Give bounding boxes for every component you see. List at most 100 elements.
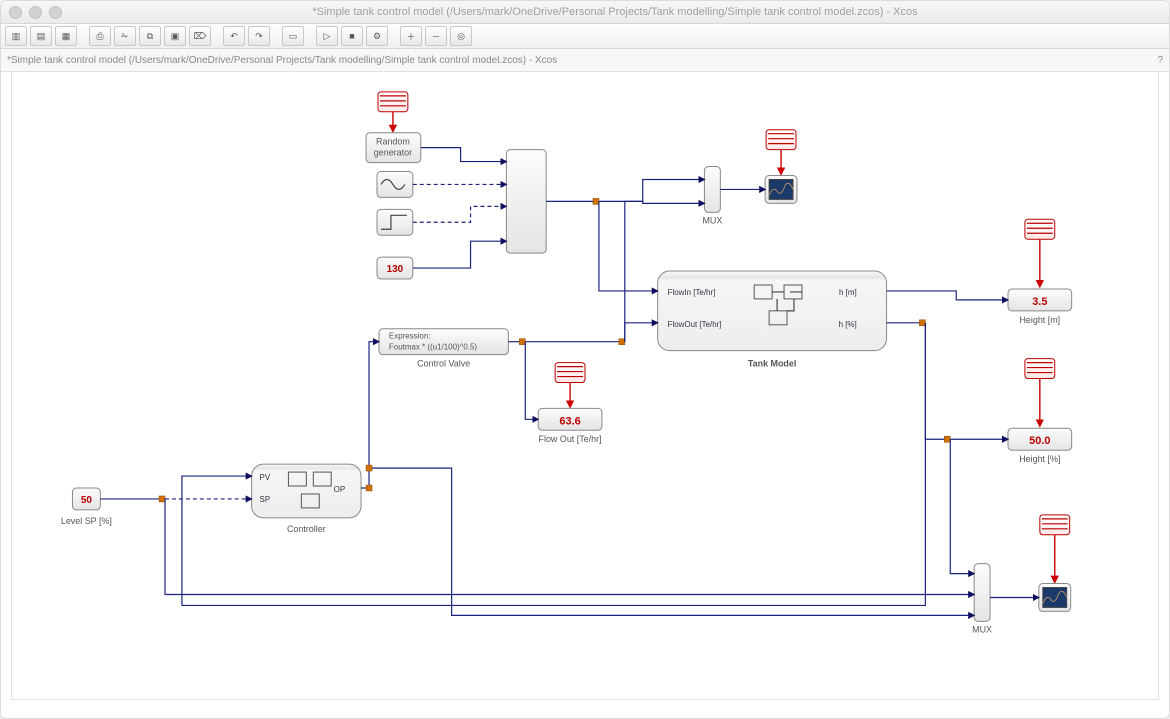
block-selector[interactable] xyxy=(506,150,546,254)
clock-scope-top[interactable] xyxy=(766,130,796,175)
breadcrumb: *Simple tank control model (/Users/mark/… xyxy=(7,55,557,66)
zoom-out-icon: － xyxy=(431,30,440,43)
block-mux-bottom[interactable]: MUX xyxy=(972,564,992,635)
tb-zoomfit-button[interactable]: ◎ xyxy=(450,26,472,46)
play-icon: ▷ xyxy=(324,31,331,42)
wire-hm[interactable] xyxy=(887,291,1008,300)
tb-undo-button[interactable]: ↶ xyxy=(223,26,245,46)
tb-setup-button[interactable]: ⚙ xyxy=(366,26,388,46)
tank-in-top: FlowIn [Te/hr] xyxy=(668,288,716,297)
toolbar: ▥ ▤ ▦ ⎙ ✁ ⧉ ▣ ⌦ ↶ ↷ ▭ ▷ ■ ⚙ ＋ － ◎ xyxy=(1,24,1169,49)
tb-save-button[interactable]: ▦ xyxy=(55,26,77,46)
window: *Simple tank control model (/Users/mark/… xyxy=(0,0,1170,719)
tb-delete-button[interactable]: ⌦ xyxy=(189,26,211,46)
cut-icon: ✁ xyxy=(121,31,129,42)
copy-icon: ⧉ xyxy=(147,31,153,42)
ctrl-pv: PV xyxy=(260,473,271,482)
undo-icon: ↶ xyxy=(230,31,238,42)
redo-icon: ↷ xyxy=(255,31,263,42)
breadcrumb-bar: *Simple tank control model (/Users/mark/… xyxy=(1,49,1169,72)
wire-step-to-selector[interactable] xyxy=(413,206,507,222)
folder-icon: ▤ xyxy=(37,31,46,42)
block-expression[interactable]: Expression: Foutmax * ((u1/100)^0.5) Con… xyxy=(379,329,508,369)
const130-value: 130 xyxy=(387,264,404,275)
block-step[interactable] xyxy=(377,209,413,235)
expr-caption: Control Valve xyxy=(417,359,470,369)
random-label1: Random xyxy=(376,137,410,147)
tb-redo-button[interactable]: ↷ xyxy=(248,26,270,46)
print-icon: ⎙ xyxy=(96,31,103,42)
gear-icon: ⚙ xyxy=(373,31,381,42)
tb-open-button[interactable]: ▤ xyxy=(30,26,52,46)
block-sine[interactable] xyxy=(377,172,413,198)
help-hint[interactable]: ? xyxy=(1157,55,1163,66)
zoom-fit-icon: ◎ xyxy=(457,31,465,42)
clock-scope-bot[interactable] xyxy=(1040,515,1070,583)
wire-op-muxbot3[interactable] xyxy=(372,468,974,615)
delete-icon: ⌦ xyxy=(194,31,207,42)
tb-print-button[interactable]: ⎙ xyxy=(89,26,111,46)
tank-in-bot: FlowOut [Te/hr] xyxy=(668,320,722,329)
block-random-generator[interactable]: Random generator xyxy=(366,133,421,163)
flowout-cap: Flow Out [Te/hr] xyxy=(539,434,602,444)
zoom-in-icon: ＋ xyxy=(406,30,415,43)
hp-cap: Height [%] xyxy=(1019,454,1060,464)
close-icon[interactable] xyxy=(9,6,22,19)
tb-fit-button[interactable]: ▭ xyxy=(282,26,304,46)
sp-cap: Level SP [%] xyxy=(61,516,112,526)
tb-paste-button[interactable]: ▣ xyxy=(164,26,186,46)
wire-to-flowdisp[interactable] xyxy=(525,342,538,420)
clock-flowout-disp[interactable] xyxy=(555,363,585,408)
tb-start-button[interactable]: ▷ xyxy=(316,26,338,46)
wire-random-to-selector[interactable] xyxy=(421,148,507,162)
block-hm-display[interactable]: 3.5 Height [m] xyxy=(1008,289,1072,325)
tb-zoomout-button[interactable]: － xyxy=(425,26,447,46)
clock-random[interactable] xyxy=(378,92,408,132)
wire-hp-down1[interactable] xyxy=(925,323,947,439)
expr-l2: Foutmax * ((u1/100)^0.5) xyxy=(389,343,478,352)
mux-top-label: MUX xyxy=(702,215,722,225)
stop-icon: ■ xyxy=(349,31,354,41)
mux-bot-label: MUX xyxy=(972,624,992,634)
window-title: *Simple tank control model (/Users/mark/… xyxy=(69,6,1161,18)
tank-out-bot: h [%] xyxy=(839,320,857,329)
wire-op-expr[interactable] xyxy=(369,342,379,485)
ctrl-op: OP xyxy=(334,485,346,494)
wire-to-tank-in1[interactable] xyxy=(599,201,658,291)
block-tank-model[interactable]: FlowIn [Te/hr] FlowOut [Te/hr] h [m] h [… xyxy=(658,271,887,369)
paste-icon: ▣ xyxy=(171,31,180,42)
tank-out-top: h [m] xyxy=(839,288,857,297)
ctrl-sp: SP xyxy=(260,495,271,504)
tb-new-button[interactable]: ▥ xyxy=(5,26,27,46)
block-scope-top[interactable] xyxy=(765,176,797,204)
tb-cut-button[interactable]: ✁ xyxy=(114,26,136,46)
hp-val: 50.0 xyxy=(1029,435,1050,447)
zoom-icon[interactable] xyxy=(49,6,62,19)
fit-icon: ▭ xyxy=(289,31,298,42)
ctrl-title: Controller xyxy=(287,524,326,534)
wire-to-mux-top1[interactable] xyxy=(599,179,704,201)
hm-val: 3.5 xyxy=(1032,296,1047,308)
diagram-canvas[interactable]: Random generator 130 MUX xyxy=(11,71,1159,700)
clock-hm-disp[interactable] xyxy=(1025,219,1055,287)
block-controller[interactable]: PV SP OP Controller xyxy=(252,464,361,534)
random-label2: generator xyxy=(374,148,412,158)
block-const130[interactable]: 130 xyxy=(377,257,413,279)
minimize-icon[interactable] xyxy=(29,6,42,19)
clock-hp-disp[interactable] xyxy=(1025,359,1055,427)
tb-stop-button[interactable]: ■ xyxy=(341,26,363,46)
wire-hp-muxbot1[interactable] xyxy=(950,439,974,573)
block-flowout-display[interactable]: 63.6 Flow Out [Te/hr] xyxy=(538,408,602,444)
tb-zoomin-button[interactable]: ＋ xyxy=(400,26,422,46)
block-scope-bottom[interactable] xyxy=(1039,584,1071,612)
block-mux-top[interactable]: MUX xyxy=(702,167,722,226)
tb-copy-button[interactable]: ⧉ xyxy=(139,26,161,46)
block-hp-display[interactable]: 50.0 Height [%] xyxy=(1008,428,1072,464)
sp-val: 50 xyxy=(81,495,93,506)
block-sp-const[interactable]: 50 Level SP [%] xyxy=(61,488,112,526)
titlebar[interactable]: *Simple tank control model (/Users/mark/… xyxy=(1,1,1169,24)
expr-l1: Expression: xyxy=(389,332,431,341)
tank-title: Tank Model xyxy=(748,359,797,369)
wire-const-to-selector[interactable] xyxy=(413,241,507,268)
wire-to-tank-in2[interactable] xyxy=(625,323,658,342)
